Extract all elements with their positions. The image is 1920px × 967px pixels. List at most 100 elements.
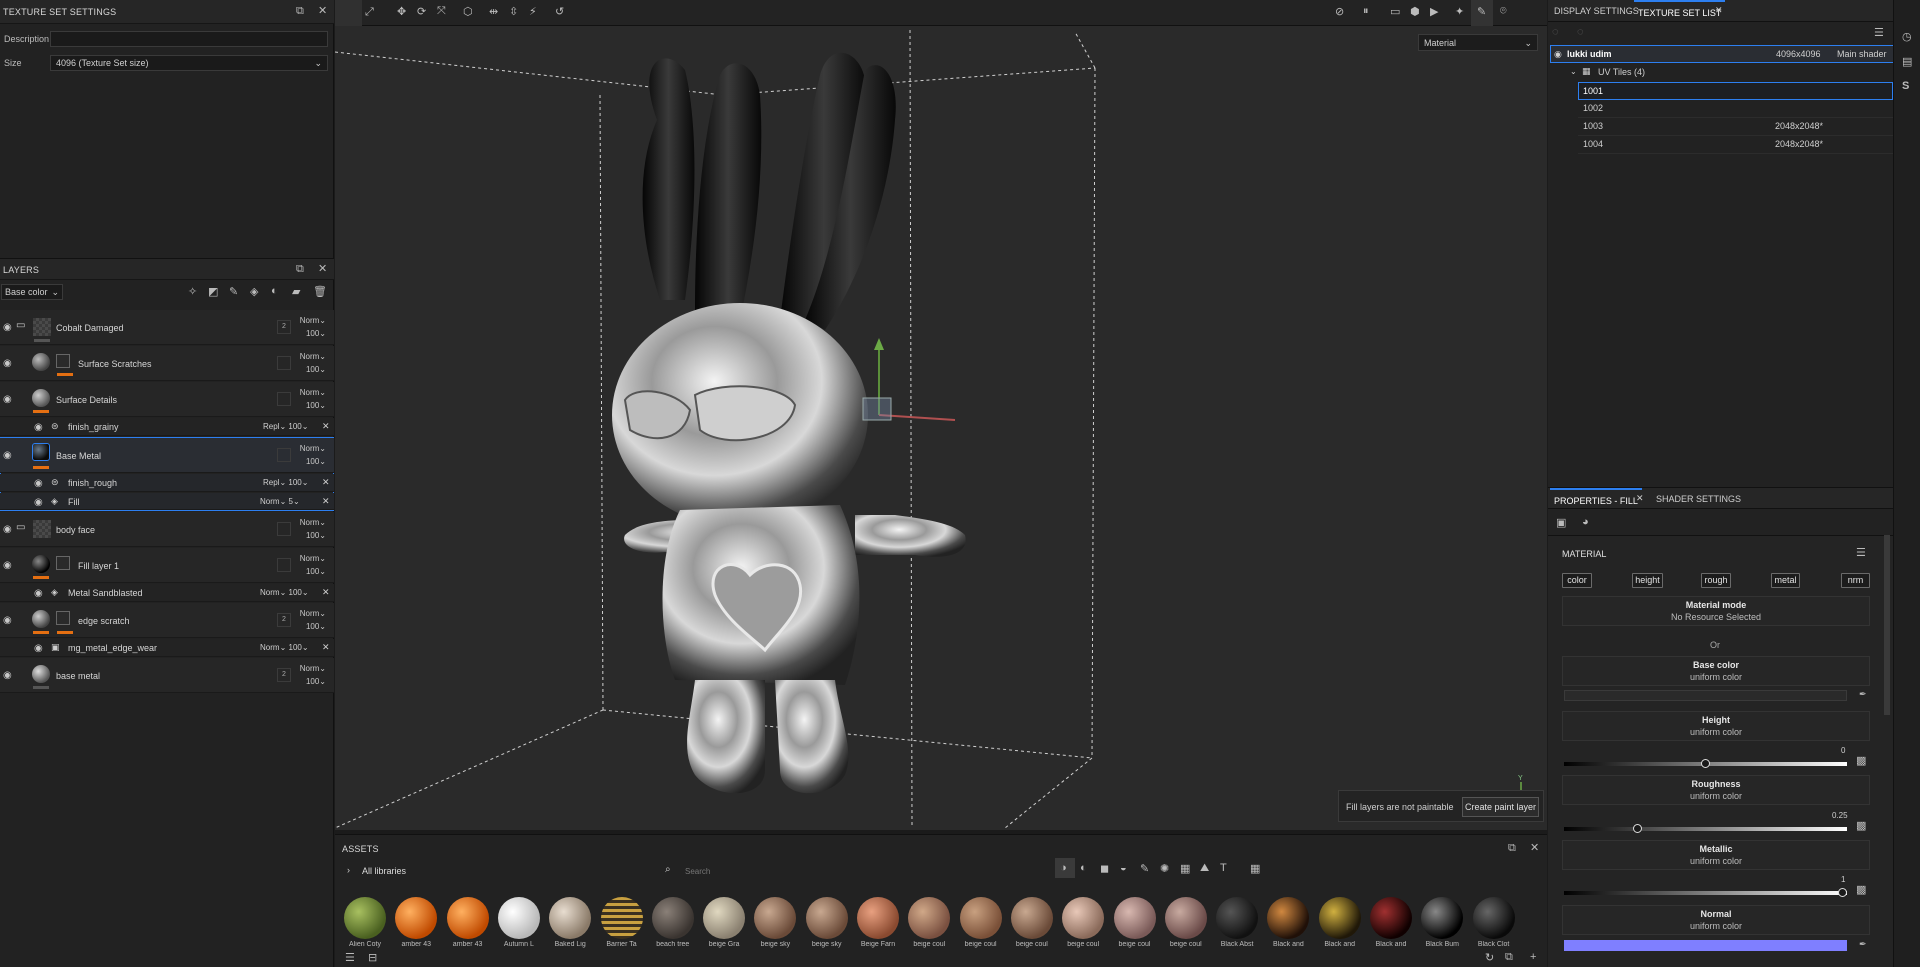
chevron-right-icon[interactable]: › (347, 865, 350, 875)
normal-color-swatch[interactable] (1564, 940, 1847, 951)
layer-blend-opacity[interactable]: Norm⌄ 100⌄ (300, 516, 326, 542)
asset-thumbnail[interactable] (1010, 897, 1053, 939)
effect-blend-opacity[interactable]: Norm⌄ 5⌄ (260, 497, 300, 506)
history-icon[interactable]: ◷ (1902, 30, 1912, 43)
delete-layer-icon[interactable]: 🗑 (313, 285, 327, 298)
base-color-swatch[interactable] (1564, 690, 1847, 701)
texture-filter-icon[interactable]: ▦ (1180, 862, 1190, 875)
texture-slot-icon[interactable]: ▩ (1856, 819, 1866, 832)
layer-row-body-face[interactable]: ◉ ▭ body face Norm⌄ 100⌄ (0, 512, 334, 547)
material-filter-icon[interactable]: ◐ (1080, 862, 1087, 874)
uv-tile-row[interactable]: 1004 2048x2048* (1578, 136, 1893, 154)
fill-properties-icon[interactable]: ▣ (1556, 516, 1566, 529)
asset-thumbnail[interactable] (1370, 897, 1412, 939)
options-icon[interactable]: ☰ (1856, 546, 1866, 559)
assets-search-input[interactable]: Search (685, 867, 710, 876)
screenshot-icon[interactable]: ⌾ (1500, 5, 1507, 18)
roughness-slider-knob[interactable] (1632, 824, 1642, 833)
eye-icon[interactable]: ◉ (34, 478, 46, 489)
tab-shader-settings[interactable]: SHADER SETTINGS (1652, 488, 1745, 510)
smart-material-filter-icon[interactable]: ◑ (1060, 862, 1067, 874)
layers-stack-icon[interactable]: ▤ (1902, 55, 1912, 68)
layer-blend-opacity[interactable]: Norm⌄ 100⌄ (300, 314, 326, 340)
height-box[interactable]: Height uniform color (1562, 711, 1870, 741)
layer-row-surface-scratches[interactable]: ◉ Surface Scratches Norm⌄ 100⌄ (0, 346, 334, 381)
tab-display-settings[interactable]: DISPLAY SETTINGS (1550, 0, 1643, 22)
move-icon[interactable]: ✥ (397, 5, 406, 18)
material-sphere-icon[interactable]: ◕ (1582, 516, 1589, 528)
close-icon[interactable]: ✕ (1715, 5, 1723, 16)
mask-filter-icon[interactable]: ◼ (1100, 862, 1109, 875)
layer-blend-opacity[interactable]: Norm⌄ 100⌄ (300, 552, 326, 578)
visibility-alt-icon[interactable]: ◌ (1577, 26, 1584, 38)
rotate-icon[interactable]: ⟳ (417, 5, 426, 18)
undock-icon[interactable]: ⧉ (1508, 842, 1516, 855)
uv-tile-row[interactable]: 1001 (1578, 82, 1893, 100)
bake-icon[interactable]: ✦ (1455, 5, 1464, 18)
texture-slot-icon[interactable]: ▩ (1856, 754, 1866, 767)
add-folder-icon[interactable]: ▰ (292, 285, 300, 298)
filter-list-icon[interactable]: ⊟ (368, 951, 377, 964)
chip-rough[interactable]: rough (1701, 573, 1731, 588)
effect-blend-opacity[interactable]: Repl⌄ 100⌄ (263, 422, 308, 431)
asset-thumbnail[interactable] (908, 897, 951, 939)
undock-icon[interactable]: ⧉ (296, 5, 304, 18)
close-icon[interactable]: ✕ (322, 421, 330, 432)
close-icon[interactable]: ✕ (322, 642, 330, 653)
add-mask-icon[interactable]: ◩ (208, 285, 218, 298)
environment-filter-icon[interactable]: ⛰ (1200, 862, 1209, 875)
asset-thumbnail[interactable] (1421, 897, 1464, 939)
camera-frame-icon[interactable]: ▭ (1390, 5, 1400, 18)
layer-blend-opacity[interactable]: Norm⌄ 100⌄ (300, 662, 326, 688)
eye-icon[interactable]: ◉ (3, 524, 15, 535)
hide-icon[interactable]: ⊘ (1335, 5, 1344, 18)
asset-thumbnail[interactable] (395, 897, 438, 939)
layer-effect-finish-rough[interactable]: ◉ ⊜ finish_rough Repl⌄ 100⌄ ✕ (0, 474, 334, 492)
uv-tile-row[interactable]: 1003 2048x2048* (1578, 118, 1893, 136)
asset-thumbnail[interactable] (1062, 897, 1105, 939)
metallic-box[interactable]: Metallic uniform color (1562, 840, 1870, 870)
eye-icon[interactable]: ◉ (3, 322, 15, 333)
eye-icon[interactable]: ◉ (34, 643, 46, 654)
uv-tiles-row[interactable]: ⌄ ▦ UV Tiles (4) (1550, 64, 1895, 82)
layer-effect-mg-metal-edge-wear[interactable]: ◉ ▣ mg_metal_edge_wear Norm⌄ 100⌄ ✕ (0, 639, 334, 657)
material-mode-box[interactable]: Material mode No Resource Selected (1562, 596, 1870, 626)
transform-options-icon[interactable]: ⤢ (365, 6, 374, 19)
uv-tile-row[interactable]: 1002 (1578, 100, 1893, 118)
text-filter-icon[interactable]: T (1220, 862, 1227, 874)
import-icon[interactable]: ⧉ (1505, 951, 1513, 964)
asset-thumbnail[interactable] (1113, 897, 1156, 939)
layer-row-base-metal-2[interactable]: ◉ base metal 2 Norm⌄ 100⌄ (0, 658, 334, 693)
history-icon[interactable]: ↺ (555, 5, 564, 18)
effect-blend-opacity[interactable]: Repl⌄ 100⌄ (263, 478, 308, 487)
eye-icon[interactable]: ◉ (3, 358, 15, 369)
height-slider[interactable] (1564, 759, 1847, 768)
eye-icon[interactable]: ◉ (3, 670, 15, 681)
roughness-slider[interactable] (1564, 824, 1847, 833)
metallic-slider-knob[interactable] (1838, 888, 1847, 897)
layer-blend-opacity[interactable]: Norm⌄ 100⌄ (300, 607, 326, 633)
eye-icon[interactable]: ◉ (3, 560, 15, 571)
layer-blend-opacity[interactable]: Norm⌄ 100⌄ (300, 386, 326, 412)
mirror-x-icon[interactable]: ⇹ (489, 5, 498, 18)
asset-thumbnail[interactable] (344, 897, 386, 939)
close-icon[interactable]: ✕ (318, 4, 327, 17)
properties-scrollbar[interactable] (1884, 535, 1890, 715)
close-icon[interactable]: ✕ (322, 587, 330, 598)
eyedropper-icon[interactable]: ✒ (1859, 939, 1867, 950)
texture-slot-icon[interactable]: ▩ (1856, 883, 1866, 896)
asset-thumbnail[interactable] (651, 897, 694, 939)
channel-select[interactable]: Base color ⌄ (1, 284, 63, 300)
add-fill-layer-icon[interactable]: ◈ (250, 285, 258, 298)
asset-thumbnail[interactable] (497, 897, 540, 939)
eye-icon[interactable]: ◉ (3, 394, 15, 405)
height-slider-knob[interactable] (1701, 759, 1710, 768)
chip-nrm[interactable]: nrm (1841, 573, 1870, 588)
effect-blend-opacity[interactable]: Norm⌄ 100⌄ (260, 643, 309, 652)
chip-metal[interactable]: metal (1771, 573, 1800, 588)
eye-icon[interactable]: ◉ (34, 497, 46, 508)
chip-height[interactable]: height (1632, 573, 1663, 588)
layer-row-base-metal[interactable]: ◉ Base Metal Norm⌄ 100⌄ (0, 438, 334, 473)
viewport[interactable]: Y Material ⌄ Fill layers are not paintabl… (335, 0, 1547, 830)
video-camera-icon[interactable]: ▶ (1430, 5, 1438, 18)
